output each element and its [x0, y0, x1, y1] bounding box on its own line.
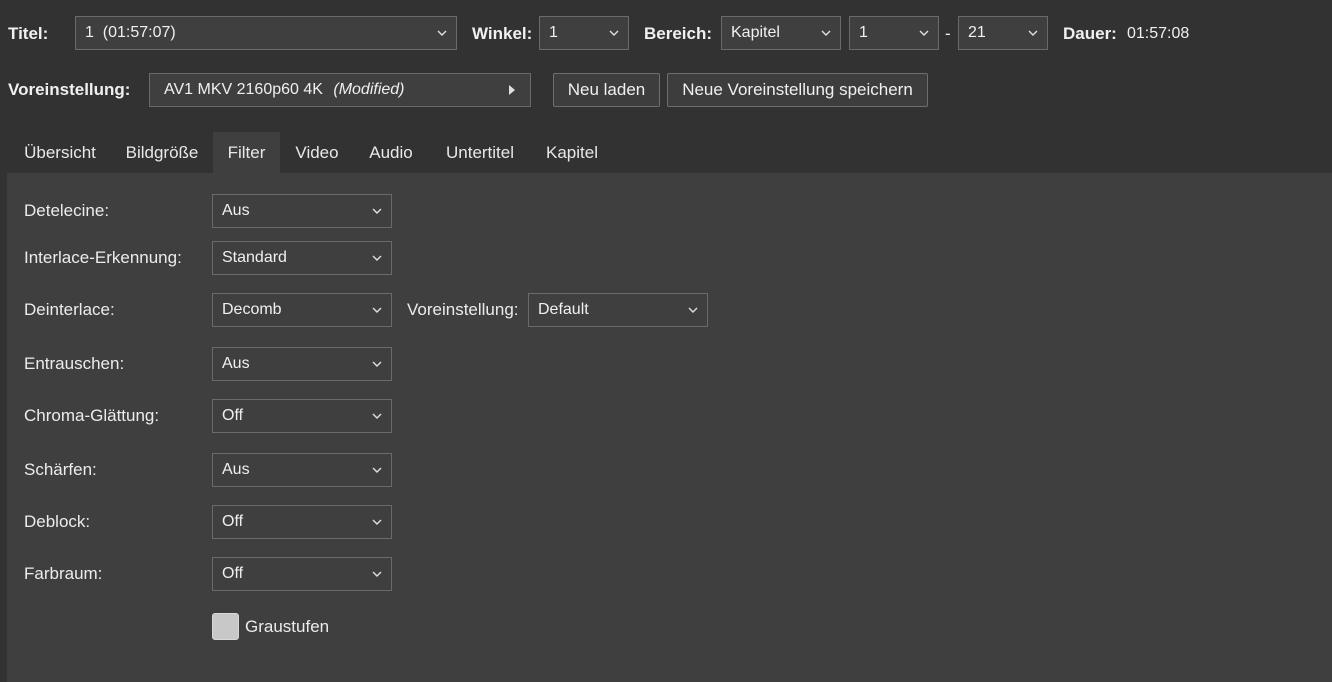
tab-audio[interactable]: Audio	[356, 132, 426, 173]
deinterlace-preset-label: Voreinstellung:	[407, 300, 519, 319]
chevron-down-icon	[820, 17, 832, 49]
interlace-detection-value: Standard	[222, 249, 287, 266]
denoise-select[interactable]: Aus	[212, 347, 392, 381]
dauer-label: Dauer:	[1063, 24, 1117, 43]
chevron-down-icon	[371, 195, 383, 227]
chevron-down-icon	[371, 400, 383, 432]
bereich-label: Bereich:	[644, 24, 713, 43]
chevron-right-icon	[506, 74, 518, 106]
sharpen-value: Aus	[222, 461, 250, 478]
deinterlace-preset-value: Default	[538, 301, 589, 318]
grayscale-checkbox[interactable]	[212, 613, 239, 640]
winkel-value: 1	[549, 24, 558, 41]
chevron-down-icon	[371, 294, 383, 326]
bereich-mode-select[interactable]: Kapitel	[721, 16, 841, 50]
interlace-detection-select[interactable]: Standard	[212, 241, 392, 275]
chevron-down-icon	[608, 17, 620, 49]
colorspace-select[interactable]: Off	[212, 557, 392, 591]
titel-label: Titel:	[8, 24, 49, 43]
chevron-down-icon	[371, 454, 383, 486]
chevron-down-icon	[687, 294, 699, 326]
chevron-down-icon	[918, 17, 930, 49]
preset-label: Voreinstellung:	[8, 80, 131, 99]
chevron-down-icon	[371, 558, 383, 590]
denoise-value: Aus	[222, 355, 250, 372]
chevron-down-icon	[371, 506, 383, 538]
detelecine-select[interactable]: Aus	[212, 194, 392, 228]
titel-select[interactable]: 1 (01:57:07)	[75, 16, 457, 50]
bereich-mode-value: Kapitel	[731, 24, 780, 41]
deinterlace-select[interactable]: Decomb	[212, 293, 392, 327]
dauer-value: 01:57:08	[1127, 25, 1190, 42]
preset-name: AV1 MKV 2160p60 4K	[164, 81, 323, 98]
chroma-smooth-label: Chroma-Glättung:	[24, 406, 160, 425]
detelecine-value: Aus	[222, 202, 250, 219]
preset-modified: (Modified)	[333, 81, 405, 98]
sharpen-select[interactable]: Aus	[212, 453, 392, 487]
chevron-down-icon	[436, 17, 448, 49]
bereich-to-value: 21	[968, 24, 986, 41]
reload-button[interactable]: Neu laden	[553, 73, 660, 107]
colorspace-value: Off	[222, 565, 244, 582]
grayscale-label: Graustufen	[245, 617, 330, 636]
bereich-to-select[interactable]: 21	[958, 16, 1048, 50]
deblock-value: Off	[222, 513, 244, 530]
tab-untertitel[interactable]: Untertitel	[432, 132, 528, 173]
deinterlace-value: Decomb	[222, 301, 282, 318]
deblock-select[interactable]: Off	[212, 505, 392, 539]
save-preset-button[interactable]: Neue Voreinstellung speichern	[667, 73, 928, 107]
deinterlace-preset-select[interactable]: Default	[528, 293, 708, 327]
titel-value: 1 (01:57:07)	[85, 24, 176, 41]
deinterlace-label: Deinterlace:	[24, 300, 115, 319]
tab-bildgroesse[interactable]: Bildgröße	[112, 132, 212, 173]
denoise-label: Entrauschen:	[24, 354, 125, 373]
chevron-down-icon	[371, 242, 383, 274]
range-separator: -	[945, 24, 951, 43]
detelecine-label: Detelecine:	[24, 201, 110, 220]
chevron-down-icon	[371, 348, 383, 380]
sharpen-label: Schärfen:	[24, 460, 97, 479]
bereich-from-select[interactable]: 1	[849, 16, 939, 50]
winkel-label: Winkel:	[472, 24, 533, 43]
filter-panel	[7, 173, 1332, 682]
interlace-detection-label: Interlace-Erkennung:	[24, 248, 182, 267]
winkel-select[interactable]: 1	[539, 16, 629, 50]
chevron-down-icon	[1027, 17, 1039, 49]
chroma-smooth-select[interactable]: Off	[212, 399, 392, 433]
colorspace-label: Farbraum:	[24, 564, 103, 583]
tab-filter[interactable]: Filter	[213, 132, 280, 173]
preset-select[interactable]: AV1 MKV 2160p60 4K (Modified)	[149, 73, 531, 107]
tab-video[interactable]: Video	[282, 132, 352, 173]
bereich-from-value: 1	[859, 24, 868, 41]
chroma-smooth-value: Off	[222, 407, 244, 424]
deblock-label: Deblock:	[24, 512, 91, 531]
tab-kapitel[interactable]: Kapitel	[534, 132, 610, 173]
tab-uebersicht[interactable]: Übersicht	[10, 132, 110, 173]
